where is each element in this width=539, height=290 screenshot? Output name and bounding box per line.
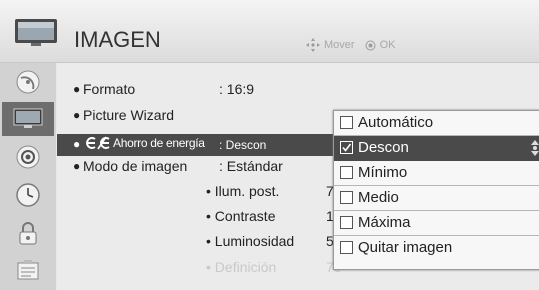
- option-label: Mínimo: [358, 164, 408, 181]
- checkbox-icon: [340, 166, 353, 179]
- option-label: Medio: [358, 189, 399, 206]
- ahorro-label-group: Ahorro de energía: [85, 136, 205, 150]
- sidebar-item-picture[interactable]: [2, 102, 54, 136]
- contraste-label: • Contraste: [206, 208, 276, 224]
- sidebar-item-channels[interactable]: [2, 65, 54, 99]
- bullet: ●: [73, 108, 81, 122]
- sidebar-item-lock[interactable]: [2, 216, 54, 250]
- hint-ok-label: OK: [379, 39, 396, 51]
- modo-label: Modo de imagen: [83, 158, 188, 174]
- tv-icon: [15, 19, 57, 46]
- menu-item-modo-imagen[interactable]: ● Modo de imagen : Estándar: [57, 156, 337, 178]
- option-medio[interactable]: Medio: [334, 186, 539, 211]
- bullet: ●: [73, 137, 81, 151]
- sidebar-item-audio[interactable]: [2, 140, 54, 174]
- sidebar-item-options[interactable]: [2, 254, 54, 288]
- arrows-move-icon: [306, 38, 320, 52]
- option-label: Descon: [358, 139, 409, 156]
- bullet: ●: [73, 159, 81, 173]
- option-label: Quitar imagen: [358, 239, 453, 256]
- menu-item-ahorro-energia[interactable]: ● Ahorro de energía : Descon: [57, 134, 347, 156]
- bullet: ●: [73, 82, 81, 96]
- option-automatico[interactable]: Automático: [334, 111, 539, 136]
- clock-icon: [16, 183, 40, 207]
- setting-ilum-post[interactable]: • Ilum. post. 7: [206, 183, 334, 199]
- page-title: IMAGEN: [74, 27, 161, 52]
- sidebar-item-time[interactable]: [2, 178, 54, 212]
- option-label: Automático: [358, 114, 434, 131]
- option-minimo[interactable]: Mínimo: [334, 161, 539, 186]
- option-quitar-imagen[interactable]: Quitar imagen: [334, 236, 539, 260]
- menu-item-picture-wizard[interactable]: ● Picture Wizard: [57, 105, 337, 127]
- checkbox-checked-icon: [340, 141, 353, 154]
- checkbox-icon: [340, 191, 353, 204]
- luminosidad-label: • Luminosidad: [206, 233, 295, 249]
- checkbox-icon: [340, 216, 353, 229]
- definicion-label: • Definición: [206, 259, 277, 275]
- modo-value: : Estándar: [219, 158, 283, 174]
- option-descon[interactable]: Descon: [334, 136, 539, 161]
- ahorro-value: : Descon: [219, 138, 267, 152]
- tv-settings-screen: IMAGEN Mover OK ● Formato: 16:9 ● Pictu…: [0, 0, 539, 290]
- lock-icon: [19, 222, 37, 245]
- ilum-label: • Ilum. post.: [206, 183, 280, 199]
- setting-definicion[interactable]: • Definición 70: [206, 259, 342, 275]
- setting-contraste[interactable]: • Contraste 10: [206, 208, 342, 224]
- tv-screen-icon: [13, 108, 43, 128]
- energy-saving-icon: [86, 136, 110, 150]
- options-icon: [17, 260, 39, 280]
- scroll-arrows-icon: [531, 140, 539, 156]
- speaker-icon: [16, 145, 40, 169]
- sidebar: [0, 63, 56, 290]
- menu-item-formato[interactable]: ● Formato : 16:9: [57, 79, 337, 101]
- formato-label: Formato: [83, 81, 136, 97]
- energy-saving-dropdown: Automático Descon Mínimo Medio Máxima Qu…: [333, 110, 539, 270]
- setting-luminosidad[interactable]: • Luminosidad 5: [206, 233, 334, 249]
- navigation-hint: Mover OK: [306, 38, 395, 52]
- header: IMAGEN Mover OK: [0, 0, 539, 63]
- option-label: Máxima: [358, 214, 411, 231]
- checkbox-icon: [340, 116, 353, 129]
- checkbox-icon: [340, 241, 353, 254]
- formato-value: : 16:9: [219, 81, 255, 97]
- ahorro-label: Ahorro de energía: [113, 136, 205, 150]
- option-maxima[interactable]: Máxima: [334, 211, 539, 236]
- hint-move-label: Mover: [324, 39, 355, 51]
- wizard-label: Picture Wizard: [83, 107, 175, 123]
- satellite-dish-icon: [16, 70, 40, 94]
- ok-button-icon: [365, 40, 376, 50]
